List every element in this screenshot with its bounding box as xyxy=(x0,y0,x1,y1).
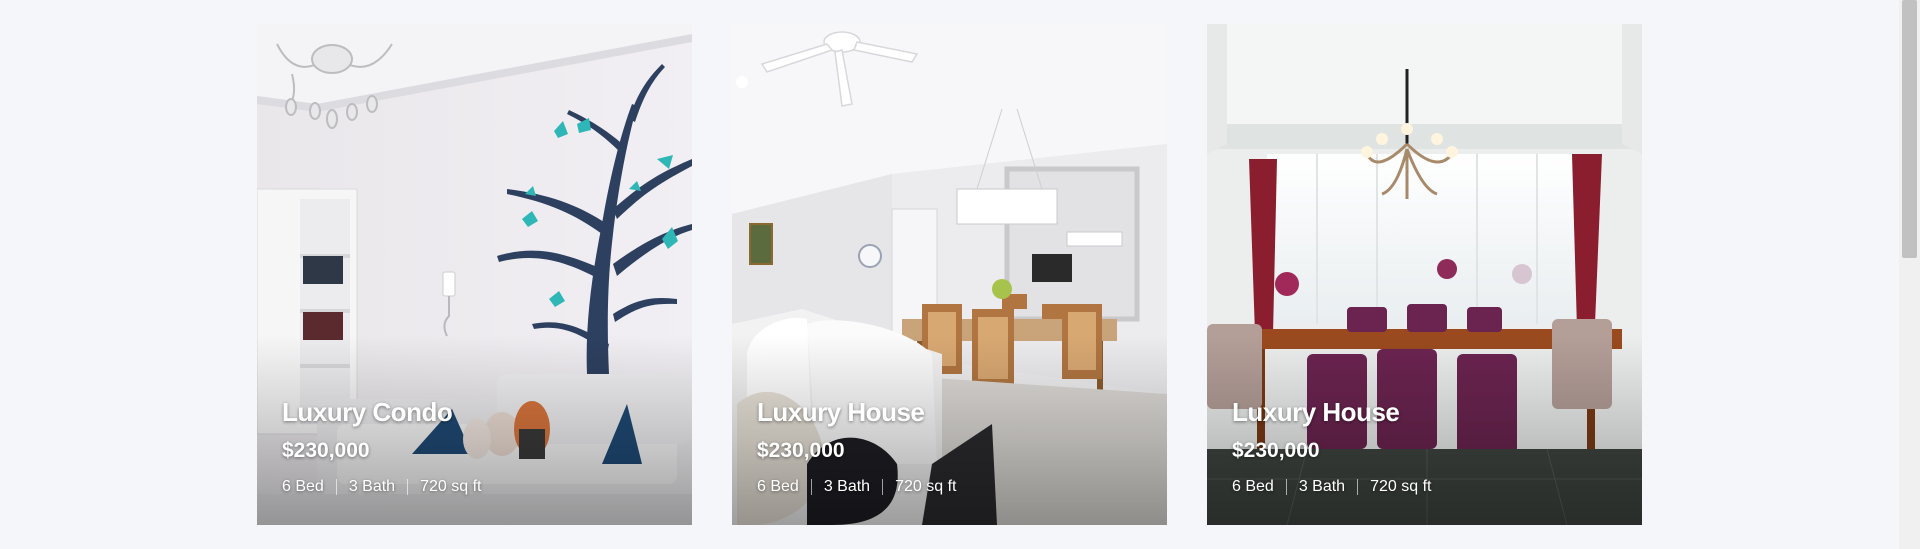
listing-specs: 6 Bed 3 Bath 720 sq ft xyxy=(757,477,956,497)
listing-price: $230,000 xyxy=(757,439,845,462)
listings-page: Luxury Condo $230,000 6 Bed 3 Bath 720 s… xyxy=(0,0,1920,549)
listing-baths: 3 Bath xyxy=(348,478,396,495)
listing-area: 720 sq ft xyxy=(420,478,482,495)
listing-baths: 3 Bath xyxy=(823,478,871,495)
listing-area: 720 sq ft xyxy=(895,478,957,495)
spec-divider xyxy=(407,479,409,495)
listing-info: Luxury House $230,000 6 Bed 3 Bath 720 s… xyxy=(1232,397,1431,497)
listing-card-house-2[interactable]: Luxury House $230,000 6 Bed 3 Bath 720 s… xyxy=(1207,24,1642,525)
listing-beds: 6 Bed xyxy=(757,478,799,495)
page-scrollbar[interactable] xyxy=(1899,0,1920,549)
listing-card-house-1[interactable]: Luxury House $230,000 6 Bed 3 Bath 720 s… xyxy=(732,24,1167,525)
listing-card-condo[interactable]: Luxury Condo $230,000 6 Bed 3 Bath 720 s… xyxy=(257,24,692,525)
spec-divider xyxy=(882,479,884,495)
listing-title[interactable]: Luxury House xyxy=(1232,397,1431,427)
listing-price: $230,000 xyxy=(1232,439,1320,462)
listing-info: Luxury Condo $230,000 6 Bed 3 Bath 720 s… xyxy=(282,397,481,497)
spec-divider xyxy=(810,479,812,495)
listing-baths: 3 Bath xyxy=(1298,478,1346,495)
listing-info: Luxury House $230,000 6 Bed 3 Bath 720 s… xyxy=(757,397,956,497)
listing-area: 720 sq ft xyxy=(1370,478,1432,495)
listing-specs: 6 Bed 3 Bath 720 sq ft xyxy=(282,477,481,497)
listing-title[interactable]: Luxury House xyxy=(757,397,956,427)
listing-title[interactable]: Luxury Condo xyxy=(282,397,481,427)
spec-divider xyxy=(1285,479,1287,495)
listing-beds: 6 Bed xyxy=(1232,478,1274,495)
listing-specs: 6 Bed 3 Bath 720 sq ft xyxy=(1232,477,1431,497)
spec-divider xyxy=(1357,479,1359,495)
scrollbar-thumb[interactable] xyxy=(1902,0,1917,258)
listing-price: $230,000 xyxy=(282,439,370,462)
listing-beds: 6 Bed xyxy=(282,478,324,495)
spec-divider xyxy=(335,479,337,495)
